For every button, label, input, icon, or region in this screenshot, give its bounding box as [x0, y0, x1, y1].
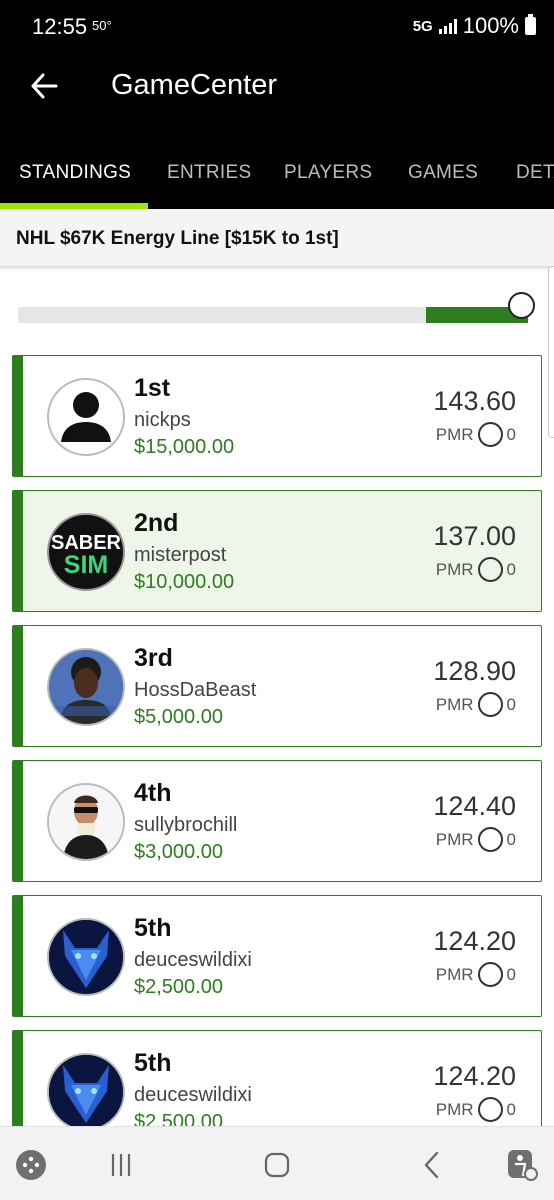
recent-apps-button[interactable] [101, 1145, 141, 1185]
pmr-indicator: PMR 0 [436, 962, 516, 987]
username: misterpost [134, 544, 227, 566]
pmr-indicator: PMR 0 [436, 422, 516, 447]
pmr-circle-icon [477, 827, 503, 852]
accessibility-button[interactable] [502, 1145, 542, 1185]
back-button[interactable] [22, 66, 66, 106]
signal-icon [438, 18, 457, 34]
score: 143.60 [433, 386, 516, 416]
standing-row[interactable]: 5th deuceswildixi $2,500.00 124.20 PMR 0 [12, 895, 542, 1017]
contest-title: NHL $67K Energy Line [$15K to 1st] [16, 228, 339, 249]
contest-progress-bar [18, 307, 528, 323]
pmr-indicator: PMR 0 [436, 827, 516, 852]
contest-header: NHL $67K Energy Line [$15K to 1st] [0, 209, 554, 267]
username: nickps [134, 409, 191, 431]
default-person-icon [47, 378, 125, 456]
standing-row[interactable]: SABER SIM 2nd misterpost $10,000.00 137.… [12, 490, 542, 612]
prize-amount: $3,000.00 [134, 841, 223, 863]
pmr-circle-icon [477, 557, 503, 582]
status-bar: 12:55 50° 5G 100% [0, 0, 554, 52]
username: HossDaBeast [134, 679, 257, 701]
home-icon [264, 1152, 290, 1178]
pmr-circle-icon [477, 1097, 503, 1122]
app-title: GameCenter [111, 69, 278, 101]
prize-amount: $10,000.00 [134, 571, 235, 593]
standing-row[interactable]: 4th sullybrochill $3,000.00 124.40 PMR 0 [12, 760, 542, 882]
home-button[interactable] [257, 1145, 297, 1185]
username: sullybrochill [134, 814, 238, 836]
tab-games[interactable]: GAMES [408, 162, 478, 184]
score: 124.20 [433, 926, 516, 956]
pmr-label: PMR [435, 559, 474, 579]
user-photo-avatar [47, 783, 125, 861]
game-launcher-button[interactable] [11, 1145, 51, 1185]
pmr-indicator: PMR 0 [436, 1097, 516, 1122]
logo-text-bottom: SIM [64, 551, 108, 579]
pmr-label: PMR [435, 694, 474, 714]
score: 128.90 [433, 656, 516, 686]
pmr-value: 0 [506, 559, 516, 579]
recent-apps-icon [111, 1154, 131, 1176]
tab-players[interactable]: PLAYERS [284, 162, 372, 184]
score: 124.20 [433, 1061, 516, 1091]
tab-bar: STANDINGS ENTRIES PLAYERS GAMES DETA [0, 142, 554, 209]
username: deuceswildixi [134, 949, 252, 971]
pmr-value: 0 [506, 964, 516, 984]
nav-back-button[interactable] [412, 1145, 452, 1185]
standing-row[interactable]: 3rd HossDaBeast $5,000.00 128.90 PMR 0 [12, 625, 542, 747]
rank: 5th [134, 1049, 172, 1077]
tab-standings[interactable]: STANDINGS [19, 162, 131, 184]
pmr-label: PMR [435, 424, 474, 444]
score: 124.40 [433, 791, 516, 821]
username: deuceswildixi [134, 1084, 252, 1106]
pmr-label: PMR [435, 829, 474, 849]
pmr-value: 0 [506, 694, 516, 714]
game-launcher-icon [16, 1150, 46, 1180]
accessibility-icon [508, 1150, 538, 1181]
pmr-value: 0 [506, 829, 516, 849]
arrow-left-icon [31, 73, 58, 99]
prize-amount: $15,000.00 [134, 436, 235, 458]
pmr-indicator: PMR 0 [436, 557, 516, 582]
pmr-circle-icon [477, 692, 503, 717]
user-photo-avatar [47, 648, 125, 726]
rank: 5th [134, 914, 172, 942]
standing-row[interactable]: 5th deuceswildixi $2,500.00 124.20 PMR 0 [12, 1030, 542, 1126]
rank: 4th [134, 779, 172, 807]
pmr-label: PMR [435, 964, 474, 984]
tab-entries[interactable]: ENTRIES [167, 162, 251, 184]
rank: 3rd [134, 644, 173, 672]
prize-amount: $2,500.00 [134, 976, 223, 998]
pmr-indicator: PMR 0 [436, 692, 516, 717]
sabersim-logo: SABER SIM [47, 513, 125, 591]
wolf-avatar [47, 918, 125, 996]
system-nav-bar [0, 1126, 554, 1200]
tab-details[interactable]: DETA [516, 162, 554, 184]
prize-amount: $5,000.00 [134, 706, 223, 728]
standing-row[interactable]: 1st nickps $15,000.00 143.60 PMR 0 [12, 355, 542, 477]
score: 137.00 [433, 521, 516, 551]
rank: 2nd [134, 509, 179, 537]
pmr-label: PMR [435, 1099, 474, 1119]
battery-percent: 100% [462, 13, 519, 38]
app-bar: GameCenter [0, 52, 554, 142]
status-indicators: 5G 100% [413, 13, 536, 39]
pmr-value: 0 [506, 1099, 516, 1119]
rank: 1st [134, 374, 171, 402]
prize-amount: $2,500.00 [134, 1111, 223, 1126]
pmr-circle-icon [477, 962, 503, 987]
status-time: 12:55 [32, 14, 88, 39]
battery-icon [525, 14, 536, 35]
back-icon [424, 1151, 439, 1179]
pmr-circle-icon [477, 422, 503, 447]
progress-knob [508, 292, 535, 319]
standings-list: 1st nickps $15,000.00 143.60 PMR 0 SABER… [0, 355, 554, 1126]
pmr-value: 0 [506, 424, 516, 444]
network-label: 5G [412, 17, 433, 35]
status-temperature: 50° [92, 18, 112, 33]
wolf-avatar [47, 1053, 125, 1126]
